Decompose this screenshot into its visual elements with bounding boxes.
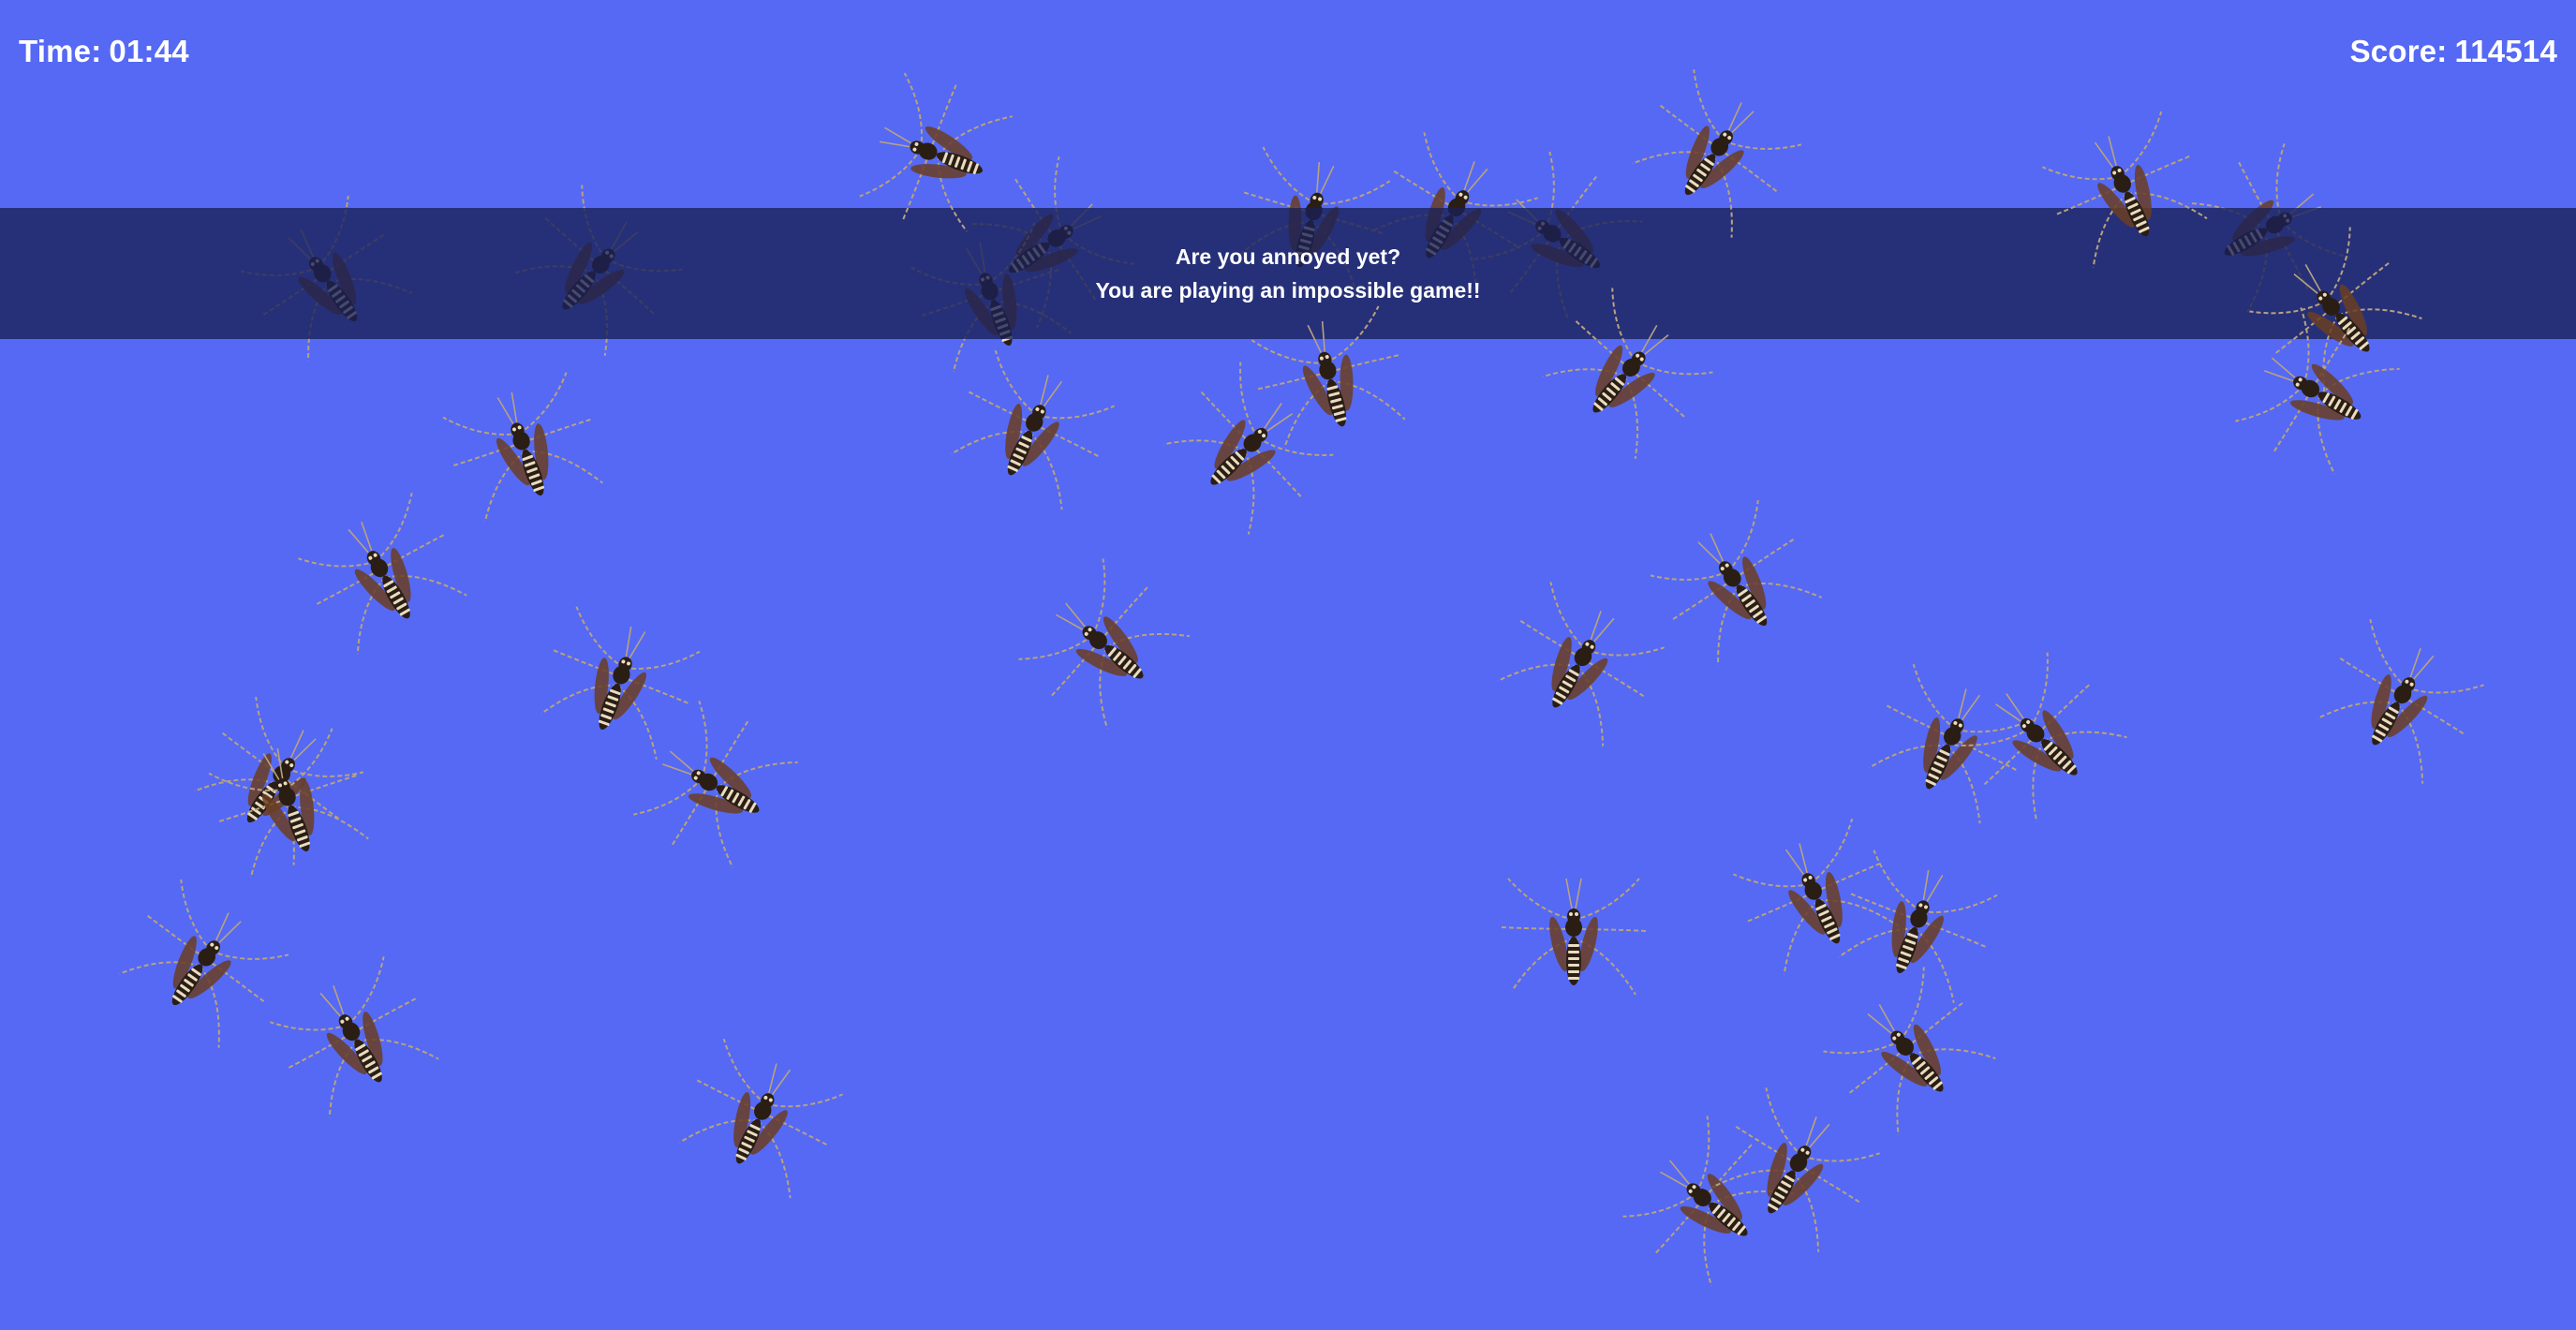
mosquito-icon[interactable] bbox=[104, 867, 300, 1063]
timer: Time: 01:44 bbox=[19, 34, 189, 69]
timer-label: Time: bbox=[19, 34, 102, 68]
mosquito-icon[interactable] bbox=[289, 480, 481, 672]
game-area[interactable]: Time: 01:44 Score: 114514 Are you annoyed … bbox=[0, 0, 2576, 1330]
score-label: Score: bbox=[2349, 34, 2448, 68]
mosquito-icon[interactable] bbox=[1006, 547, 1204, 745]
mosquito-icon[interactable] bbox=[435, 360, 614, 539]
score: Score: 114514 bbox=[2350, 34, 2557, 69]
timer-value: 01:44 bbox=[109, 34, 189, 68]
score-value: 114514 bbox=[2454, 34, 2557, 68]
mosquito-icon[interactable] bbox=[1483, 569, 1675, 761]
banner-line-1: Are you annoyed yet? bbox=[1175, 244, 1401, 269]
mosquito-icon[interactable] bbox=[2302, 607, 2495, 799]
banner-line-2: You are playing an impossible game!! bbox=[1095, 278, 1481, 303]
mosquito-icon[interactable] bbox=[1500, 866, 1648, 1007]
mosquito-icon[interactable] bbox=[1640, 488, 1836, 684]
mosquito-icon[interactable] bbox=[665, 1026, 851, 1212]
mosquito-icon[interactable] bbox=[260, 944, 452, 1136]
